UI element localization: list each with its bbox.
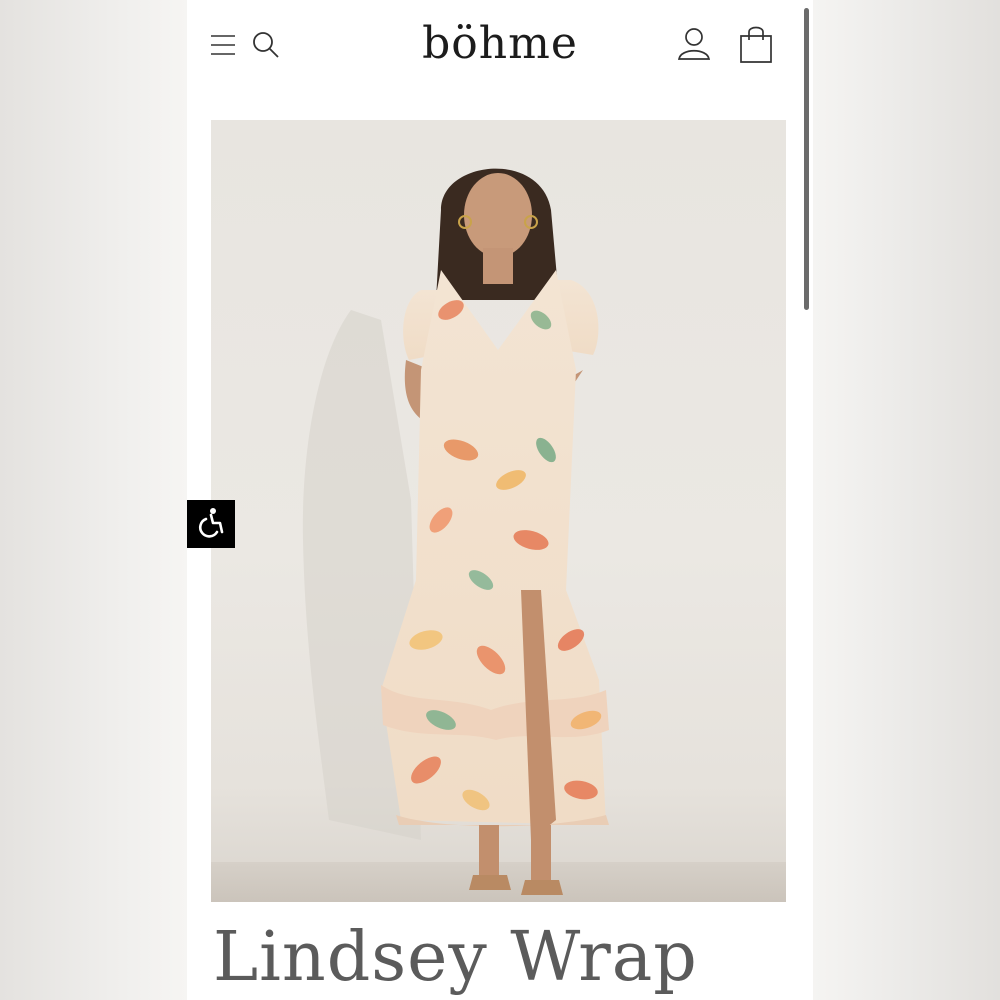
scrollbar[interactable] [804, 8, 809, 310]
account-icon[interactable] [677, 26, 711, 62]
right-backdrop [813, 0, 1000, 1000]
product-title: Lindsey Wrap [213, 918, 698, 997]
left-backdrop [0, 0, 187, 1000]
brand-logo[interactable]: böhme [187, 18, 813, 69]
model-in-floral-wrap-dress [211, 168, 786, 902]
accessibility-icon [195, 506, 227, 543]
site-header: böhme [187, 0, 813, 92]
accessibility-button[interactable] [187, 500, 235, 548]
product-hero-image[interactable] [211, 120, 786, 902]
shopping-bag-icon[interactable] [737, 24, 775, 64]
mobile-viewport: böhme Lindsey Wrap [187, 0, 813, 1000]
